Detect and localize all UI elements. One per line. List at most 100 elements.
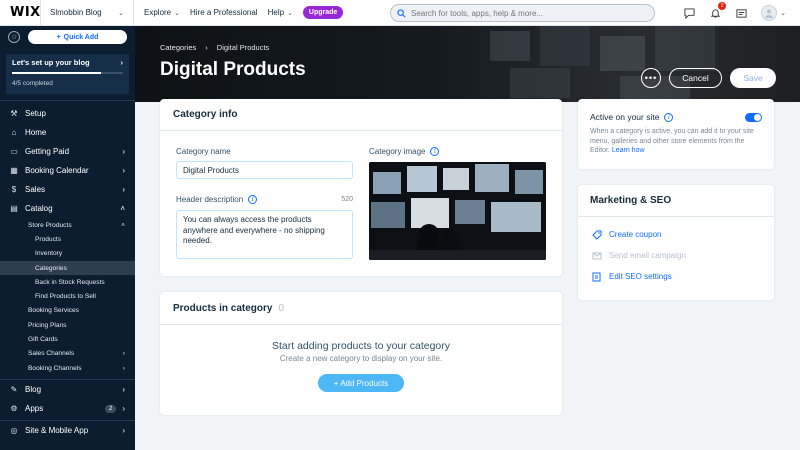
sidebar-item-booking-calendar[interactable]: ▦ Booking Calendar › xyxy=(0,161,135,180)
setup-count: 4/5 completed xyxy=(12,80,53,87)
header-description-textarea[interactable]: You can always access the products anywh… xyxy=(176,210,353,259)
top-icons: 2 ⌄ xyxy=(683,0,786,26)
add-products-button[interactable]: + Add Products xyxy=(318,374,404,392)
category-name-label: Category name xyxy=(176,147,231,156)
sidebar-item-home[interactable]: ⌂ Home xyxy=(0,123,135,142)
category-name-input[interactable]: Digital Products xyxy=(176,161,353,179)
account-menu[interactable]: ⌄ xyxy=(761,5,786,21)
quick-add-button[interactable]: + Quick Add xyxy=(28,30,127,44)
sidebar-item-products[interactable]: Products xyxy=(0,232,135,246)
card-title: Category info xyxy=(173,109,238,120)
breadcrumb-categories[interactable]: Categories xyxy=(160,43,196,52)
search-input[interactable] xyxy=(411,8,641,18)
sidebar-item-sales-channels[interactable]: Sales Channels › xyxy=(0,347,135,361)
info-icon[interactable]: i xyxy=(248,195,258,204)
nav-help[interactable]: Help ⌄ xyxy=(268,8,293,17)
category-name-label-text: Category name xyxy=(176,147,231,156)
chevron-right-icon: › xyxy=(122,404,125,414)
sidebar-item-booking-services[interactable]: Booking Services xyxy=(0,304,135,318)
more-actions-button[interactable]: ••• xyxy=(641,68,661,88)
sidebar-item-blog[interactable]: ✎ Blog › xyxy=(0,380,135,399)
active-label-row: Active on your site i xyxy=(590,112,674,122)
chevron-right-icon: › xyxy=(122,364,125,372)
info-icon[interactable]: i xyxy=(664,112,674,122)
chevron-right-icon: › xyxy=(122,426,125,436)
site-name: Slmobbin Blog xyxy=(50,8,102,17)
nav-hire-professional[interactable]: Hire a Professional xyxy=(190,8,258,17)
sidebar-item-catalog[interactable]: ▤ Catalog ˄ xyxy=(0,199,135,218)
header-background-image xyxy=(490,26,715,102)
sidebar-item-label: Categories xyxy=(35,264,67,272)
wrench-icon: ⚒ xyxy=(10,109,18,118)
create-coupon-label: Create coupon xyxy=(609,230,662,239)
chat-icon[interactable] xyxy=(683,7,695,19)
nav-help-label: Help xyxy=(267,8,285,17)
sidebar-item-categories[interactable]: Categories xyxy=(0,260,135,276)
send-email-campaign-link[interactable]: Send email campaign xyxy=(592,245,760,266)
card-title: Products in category xyxy=(173,302,273,314)
create-coupon-link[interactable]: Create coupon xyxy=(592,224,760,245)
seo-icon xyxy=(592,272,602,282)
chevron-right-icon: › xyxy=(122,166,125,175)
sidebar-item-store-products[interactable]: Store Products ˄ xyxy=(0,218,135,232)
setup-progress-fill xyxy=(12,72,101,74)
payment-icon: ▭ xyxy=(10,147,18,156)
sidebar-item-booking-channels[interactable]: Booking Channels › xyxy=(0,361,135,375)
updates-icon[interactable] xyxy=(735,7,747,19)
sales-icon: $ xyxy=(11,185,17,194)
breadcrumb-current: Digital Products xyxy=(216,43,270,52)
sidebar-item-label: Pricing Plans xyxy=(28,321,67,329)
category-info-card: Category info Category name Digital Prod… xyxy=(160,99,562,276)
wix-logo[interactable]: WIX xyxy=(10,5,40,20)
sidebar-item-label: Blog xyxy=(25,385,42,395)
top-nav: Explore ⌄ Hire a Professional Help ⌄ Upgra… xyxy=(134,6,344,19)
sidebar-item-apps[interactable]: ⚙ Apps 2 › xyxy=(0,399,135,418)
setup-progress-bar xyxy=(12,72,123,74)
edit-seo-settings-link[interactable]: Edit SEO settings xyxy=(592,266,760,287)
sidebar-item-setup[interactable]: ⚒ Setup xyxy=(0,104,135,123)
cancel-button[interactable]: Cancel xyxy=(669,68,722,88)
chevron-right-icon: › xyxy=(122,185,125,194)
header-description-label: Header description i xyxy=(176,195,258,204)
sidebar-item-gift-cards[interactable]: Gift Cards xyxy=(0,332,135,346)
active-toggle[interactable] xyxy=(745,112,762,122)
category-image-label: Category image i xyxy=(369,147,440,156)
add-products-wrap: + Add Products xyxy=(160,374,562,392)
sidebar-item-label: Store Products xyxy=(28,221,72,229)
info-icon[interactable]: i xyxy=(430,147,440,156)
nav-explore[interactable]: Explore ⌄ xyxy=(144,8,180,17)
card-header: Products in category 0 xyxy=(160,292,562,324)
sidebar-item-find-products[interactable]: Find Products to Sell xyxy=(0,289,135,303)
sidebar-item-label: Sales xyxy=(25,185,46,194)
sidebar-item-getting-paid[interactable]: ▭ Getting Paid › xyxy=(0,142,135,161)
notifications-bell-icon[interactable]: 2 xyxy=(709,2,727,19)
site-switcher[interactable]: Slmobbin Blog ⌄ xyxy=(41,8,133,17)
header-description-value: You can always access the products anywh… xyxy=(183,215,325,245)
empty-state-subtitle: Create a new category to display on your… xyxy=(279,354,443,363)
sidebar-item-sales[interactable]: $ Sales › xyxy=(0,180,135,199)
active-description: When a category is active, you can add i… xyxy=(590,127,762,156)
send-email-campaign-label: Send email campaign xyxy=(609,251,686,260)
setup-progress-card[interactable]: Let's set up your blog › 4/5 completed xyxy=(6,54,129,94)
character-counter: 520 xyxy=(341,196,353,203)
upgrade-button[interactable]: Upgrade xyxy=(302,6,344,19)
setup-title: Let's set up your blog xyxy=(12,58,90,67)
sidebar-item-label: Booking Calendar xyxy=(25,166,89,175)
header-description-label-row: Header description i 520 xyxy=(176,195,353,204)
save-button[interactable]: Save xyxy=(730,68,776,88)
sidebar-item-site-mobile[interactable]: ◎ Site & Mobile App › xyxy=(0,421,135,440)
search-bar[interactable] xyxy=(390,4,655,22)
sidebar-item-pricing-plans[interactable]: Pricing Plans xyxy=(0,318,135,332)
search-icon xyxy=(397,8,406,17)
learn-how-link[interactable]: Learn how xyxy=(612,147,645,154)
sidebar-item-label: Find Products to Sell xyxy=(35,293,96,301)
divider xyxy=(160,324,562,325)
sidebar-item-back-in-stock[interactable]: Back in Stock Requests xyxy=(0,275,135,289)
category-image[interactable] xyxy=(369,162,546,260)
category-image-label-text: Category image xyxy=(369,147,426,156)
sidebar-item-label: Products xyxy=(35,235,62,243)
sidebar-item-inventory[interactable]: Inventory xyxy=(0,247,135,261)
sidebar-item-label: Setup xyxy=(25,109,46,118)
product-count: 0 xyxy=(278,302,285,314)
star-icon[interactable]: ☆ xyxy=(8,31,20,43)
